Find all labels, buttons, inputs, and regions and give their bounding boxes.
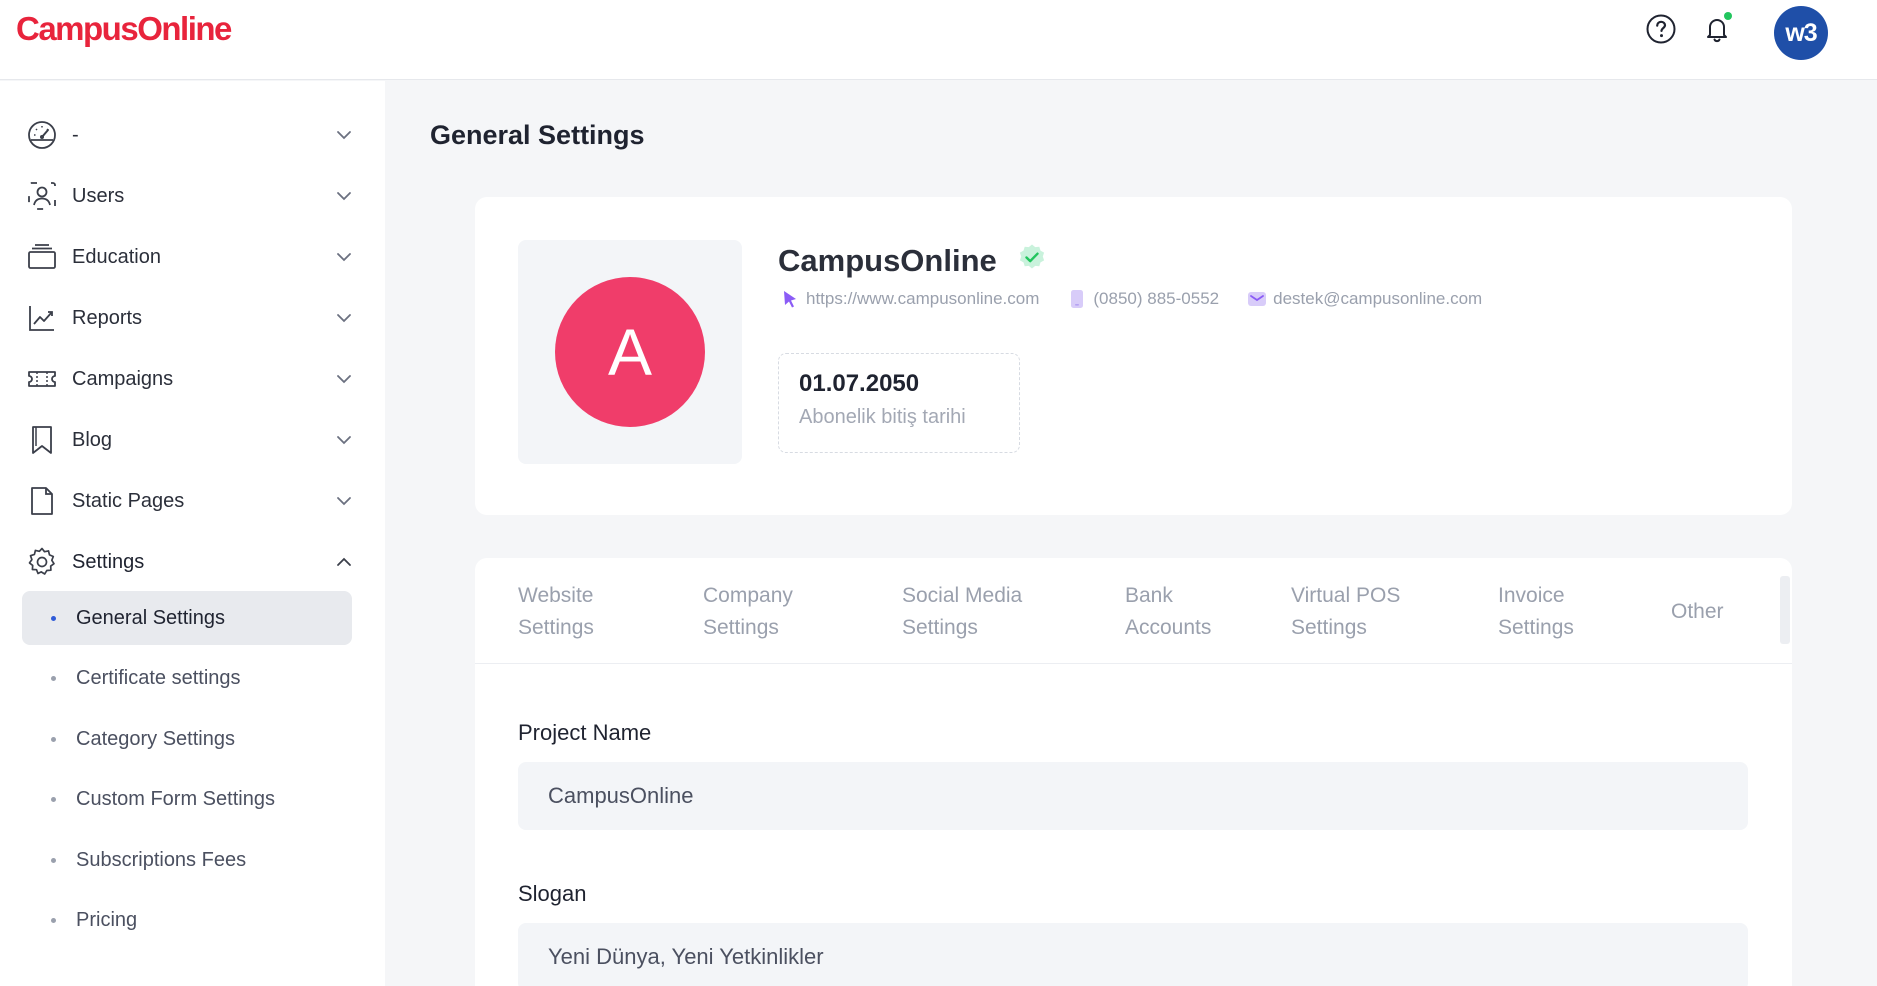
company-name: CampusOnline: [778, 243, 997, 278]
sidebar-subitem-subscriptions-fees[interactable]: Subscriptions Fees: [22, 833, 352, 887]
sidebar-item-blog[interactable]: Blog: [24, 415, 362, 465]
users-icon: [24, 178, 60, 214]
chevron-down-icon: [334, 369, 354, 389]
chevron-down-icon: [334, 308, 354, 328]
subscription-end-box: 01.07.2050 Abonelik bitiş tarihi: [778, 353, 1020, 453]
sidebar-subitem-pricing[interactable]: Pricing: [22, 893, 352, 947]
chevron-up-icon: [334, 552, 354, 572]
chevron-down-icon: [334, 247, 354, 267]
tabs-scrollbar[interactable]: [1780, 576, 1790, 644]
slogan-input[interactable]: [518, 923, 1748, 986]
chevron-down-icon: [334, 491, 354, 511]
chevron-down-icon: [334, 186, 354, 206]
sidebar-item-label: Users: [72, 184, 125, 207]
user-avatar[interactable]: w3: [1774, 6, 1828, 60]
bullet-icon: [51, 615, 56, 621]
website-text: https://www.campusonline.com: [806, 289, 1040, 308]
email-text: destek@campusonline.com: [1273, 289, 1483, 308]
sidebar-subitem-general-settings[interactable]: General Settings: [22, 591, 352, 645]
sidebar-item-label: Static Pages: [72, 489, 185, 512]
reports-icon: [24, 300, 60, 336]
subscription-end-label: Abonelik bitiş tarihi: [799, 406, 966, 428]
sidebar-item-label: Settings: [72, 550, 145, 573]
bullet-icon: [51, 796, 56, 802]
sidebar-subitem-label: Pricing: [76, 908, 138, 931]
ticket-icon: [24, 361, 60, 397]
sidebar-subitem-label: Custom Form Settings: [76, 787, 275, 810]
verified-badge-icon: [1017, 243, 1047, 273]
bullet-icon: [51, 736, 56, 742]
campusonline-logo[interactable]: CampusOnline: [16, 10, 232, 48]
subscription-end-date: 01.07.2050: [799, 370, 920, 397]
sidebar-subitem-custom-form-settings[interactable]: Custom Form Settings: [22, 772, 352, 826]
dashboard-icon: [24, 117, 60, 153]
sidebar: - Users Education Reports Campaigns Blog…: [0, 81, 385, 986]
bullet-icon: [51, 675, 56, 681]
sidebar-item-reports[interactable]: Reports: [24, 293, 362, 343]
sidebar-item-static-pages[interactable]: Static Pages: [24, 476, 362, 526]
tab-company-settings[interactable]: Company Settings: [703, 580, 793, 644]
file-icon: [24, 483, 60, 519]
chevron-down-icon: [334, 125, 354, 145]
page-title: General Settings: [430, 120, 645, 150]
email-link[interactable]: destek@campusonline.com: [1247, 289, 1482, 309]
profile-card: A CampusOnline https://www.campusonline.…: [475, 197, 1792, 515]
tab-website-settings[interactable]: Website Settings: [518, 580, 594, 644]
company-avatar-box: A: [518, 240, 742, 464]
bullet-icon: [51, 857, 56, 863]
top-header: CampusOnline w3: [0, 0, 1877, 80]
slogan-label: Slogan: [518, 881, 587, 906]
sidebar-subitem-label: General Settings: [76, 606, 225, 629]
sidebar-item-label: Education: [72, 245, 161, 268]
bookmark-icon: [24, 422, 60, 458]
phone-icon: [1067, 289, 1087, 309]
notification-dot: [1724, 12, 1732, 20]
settings-tabs: Website Settings Company Settings Social M…: [475, 558, 1792, 664]
sidebar-subitem-category-settings[interactable]: Category Settings: [22, 712, 352, 766]
cursor-icon: [780, 289, 800, 309]
company-avatar: A: [555, 277, 705, 427]
sidebar-item-settings[interactable]: Settings: [24, 537, 362, 587]
education-icon: [24, 239, 60, 275]
phone-text: (0850) 885-0552: [1093, 289, 1220, 308]
tab-other[interactable]: Other: [1671, 596, 1724, 628]
settings-card: Website Settings Company Settings Social M…: [475, 558, 1792, 986]
bullet-icon: [51, 917, 56, 923]
bell-icon[interactable]: [1700, 12, 1734, 46]
sidebar-item-users[interactable]: Users: [24, 171, 362, 221]
phone-info: (0850) 885-0552: [1067, 289, 1219, 309]
sidebar-item-campaigns[interactable]: Campaigns: [24, 354, 362, 404]
contact-info-row: https://www.campusonline.com (0850) 885-…: [780, 289, 1510, 309]
tab-invoice-settings[interactable]: Invoice Settings: [1498, 580, 1574, 644]
mail-icon: [1247, 289, 1267, 309]
tab-bank-accounts[interactable]: Bank Accounts: [1125, 580, 1211, 644]
gear-icon: [24, 544, 60, 580]
project-name-input[interactable]: [518, 762, 1748, 830]
sidebar-subitem-label: Subscriptions Fees: [76, 848, 247, 871]
sidebar-item-education[interactable]: Education: [24, 232, 362, 282]
sidebar-item-label: -: [72, 123, 79, 146]
website-link[interactable]: https://www.campusonline.com: [780, 289, 1039, 309]
tab-virtual-pos-settings[interactable]: Virtual POS Settings: [1291, 580, 1400, 644]
chevron-down-icon: [334, 430, 354, 450]
sidebar-subitem-label: Category Settings: [76, 727, 235, 750]
sidebar-item-label: Campaigns: [72, 367, 174, 390]
tab-social-media-settings[interactable]: Social Media Settings: [902, 580, 1022, 644]
sidebar-item-dashboard[interactable]: -: [24, 110, 362, 160]
sidebar-subitem-certificate-settings[interactable]: Certificate settings: [22, 651, 352, 705]
help-icon[interactable]: [1644, 12, 1678, 46]
sidebar-item-label: Blog: [72, 428, 113, 451]
sidebar-item-label: Reports: [72, 306, 143, 329]
sidebar-subitem-label: Certificate settings: [76, 666, 241, 689]
project-name-label: Project Name: [518, 720, 652, 745]
